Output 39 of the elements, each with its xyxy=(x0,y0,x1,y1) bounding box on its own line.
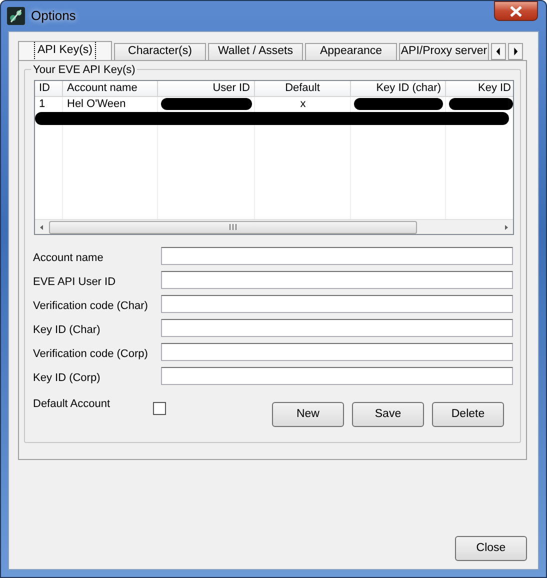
tab[interactable]: API/Proxy server xyxy=(399,43,489,60)
input-field[interactable] xyxy=(161,271,513,289)
action-button[interactable]: Save xyxy=(352,402,424,427)
field-label: Key ID (Char) xyxy=(33,322,102,338)
table-cell-text: Hel O'Ween xyxy=(66,97,127,111)
input-field[interactable] xyxy=(161,247,513,265)
column-header[interactable]: Default xyxy=(255,81,351,97)
close-icon[interactable] xyxy=(494,1,538,21)
scroll-left-icon[interactable] xyxy=(491,43,506,60)
group-title: Your EVE API Key(s) xyxy=(31,62,138,78)
field-label: Account name xyxy=(33,250,104,266)
scrollbar-thumb[interactable] xyxy=(49,220,417,234)
table-cell-text: 1 xyxy=(38,97,46,111)
action-button[interactable]: Delete xyxy=(432,402,504,427)
default-account-checkbox[interactable] xyxy=(153,402,166,415)
column-header[interactable]: Key ID (char) xyxy=(351,81,446,97)
tab[interactable]: Appearance xyxy=(305,43,397,60)
tab[interactable]: Wallet / Assets xyxy=(208,43,303,60)
scroll-right-icon[interactable] xyxy=(508,43,523,60)
column-header[interactable]: ID xyxy=(35,81,63,97)
field-label: Key ID (Corp) xyxy=(33,370,102,386)
column-header[interactable]: User ID xyxy=(158,81,255,97)
column-header[interactable]: Account name xyxy=(63,81,158,97)
tab[interactable]: API Key(s) xyxy=(18,41,112,60)
input-field[interactable] xyxy=(161,343,513,361)
action-button[interactable]: New xyxy=(272,402,344,427)
table-cell-text: x xyxy=(299,97,307,111)
window-title: Options xyxy=(31,7,76,26)
app-icon xyxy=(7,7,25,25)
checkbox-label: Default Account xyxy=(33,398,110,410)
close-button[interactable]: Close xyxy=(455,536,527,561)
field-label: Verification code (Corp) xyxy=(33,346,149,362)
field-label: Verification code (Char) xyxy=(33,298,149,314)
tab[interactable]: Character(s) xyxy=(114,43,206,60)
input-field[interactable] xyxy=(161,367,513,385)
input-field[interactable] xyxy=(161,295,513,313)
field-label: EVE API User ID xyxy=(33,274,117,290)
column-header[interactable]: Key ID xyxy=(446,81,513,97)
input-field[interactable] xyxy=(161,319,513,337)
